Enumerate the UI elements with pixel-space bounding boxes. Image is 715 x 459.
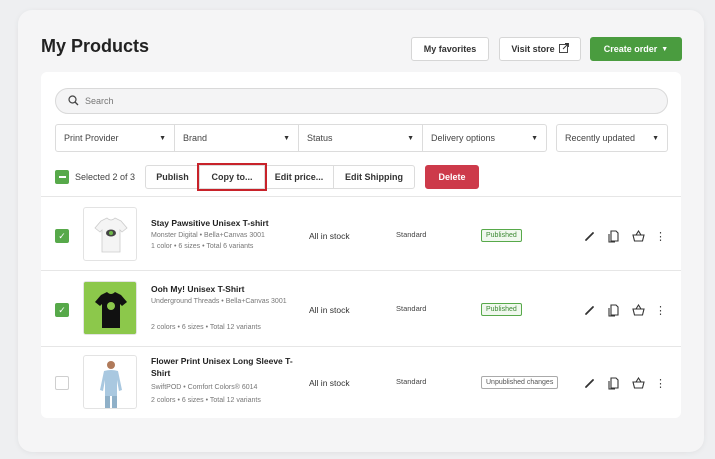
basket-icon[interactable]	[631, 376, 645, 390]
chevron-down-icon: ▼	[652, 134, 659, 142]
more-vertical-icon[interactable]: ⋮	[655, 377, 666, 390]
my-favorites-button[interactable]: My favorites	[411, 37, 489, 61]
product-provider: SwiftPOD • Comfort Colors® 6014	[151, 384, 258, 391]
shipping-type: Standard	[396, 377, 427, 386]
visit-store-label: Visit store	[511, 44, 555, 54]
page-title: My Products	[41, 36, 150, 56]
stock-status: All in stock	[309, 231, 350, 241]
edit-shipping-button[interactable]: Edit Shipping	[333, 165, 416, 189]
sort-select[interactable]: Recently updated ▼	[556, 124, 668, 152]
product-name[interactable]: Flower Print Unisex Long Sleeve T-Shirt	[151, 355, 301, 379]
basket-icon[interactable]	[631, 303, 645, 317]
stock-status: All in stock	[309, 305, 350, 315]
product-thumbnail[interactable]	[83, 281, 137, 335]
bulk-actions-bar: Selected 2 of 3 Publish Copy to... Edit …	[55, 163, 480, 191]
create-order-button[interactable]: Create order ▼	[590, 37, 682, 61]
row-actions: ⋮	[583, 376, 666, 390]
status-badge: Published	[481, 229, 522, 242]
row-actions: ⋮	[583, 229, 666, 243]
chevron-down-icon: ▼	[283, 134, 290, 142]
row-actions: ⋮	[583, 303, 666, 317]
product-variants: 2 colors • 6 sizes • Total 12 variants	[151, 397, 261, 404]
create-order-label: Create order	[603, 44, 658, 54]
chevron-down-icon: ▼	[531, 134, 538, 142]
publish-label: Publish	[156, 172, 189, 182]
row-checkbox[interactable]: ✓	[55, 229, 69, 243]
check-icon: ✓	[58, 230, 66, 241]
table-row[interactable]: ✓ Ooh My! Unisex T-Shirt Underground Thr…	[41, 270, 681, 346]
basket-icon[interactable]	[631, 229, 645, 243]
filter-delivery-options[interactable]: Delivery options ▼	[422, 124, 547, 152]
edit-price-label: Edit price...	[274, 172, 324, 182]
edit-price-button[interactable]: Edit price...	[264, 165, 335, 189]
more-vertical-icon[interactable]: ⋮	[655, 230, 666, 243]
delete-label: Delete	[438, 172, 466, 182]
minus-icon	[58, 176, 66, 178]
filter-label: Brand	[183, 133, 208, 143]
chevron-down-icon: ▼	[407, 134, 414, 142]
edit-shipping-label: Edit Shipping	[345, 172, 404, 182]
sort-label: Recently updated	[565, 133, 636, 143]
copy-to-label: Copy to...	[211, 172, 253, 182]
publish-button[interactable]: Publish	[145, 165, 201, 189]
more-vertical-icon[interactable]: ⋮	[655, 304, 666, 317]
copy-icon[interactable]	[607, 229, 621, 243]
product-thumbnail[interactable]	[83, 207, 137, 261]
product-variants: 1 color • 6 sizes • Total 6 variants	[151, 243, 254, 250]
pencil-icon[interactable]	[583, 376, 597, 390]
product-provider: Monster Digital • Bella+Canvas 3001	[151, 232, 265, 239]
row-checkbox[interactable]: ✓	[55, 303, 69, 317]
table-row[interactable]: ✓ Stay Pawsitive Unisex T-shirt Monster …	[41, 196, 681, 270]
search-icon	[68, 94, 79, 108]
chevron-down-icon: ▼	[159, 134, 166, 142]
copy-icon[interactable]	[607, 376, 621, 390]
status-badge: Published	[481, 303, 522, 316]
check-icon: ✓	[58, 304, 66, 315]
external-link-icon	[558, 43, 569, 55]
filter-label: Status	[307, 133, 333, 143]
shipping-type: Standard	[396, 304, 427, 313]
pencil-icon[interactable]	[583, 303, 597, 317]
visit-store-button[interactable]: Visit store	[499, 37, 581, 61]
longsleeve-image	[100, 361, 122, 408]
product-variants: 2 colors • 6 sizes • Total 12 variants	[151, 324, 261, 331]
search-placeholder: Search	[85, 96, 114, 106]
search-input[interactable]: Search	[55, 88, 668, 114]
selected-count: Selected 2 of 3	[75, 172, 136, 182]
row-checkbox[interactable]	[55, 376, 69, 390]
delete-button[interactable]: Delete	[425, 165, 480, 189]
product-thumbnail[interactable]	[83, 355, 137, 409]
filter-label: Delivery options	[431, 133, 496, 143]
product-name[interactable]: Stay Pawsitive Unisex T-shirt	[151, 217, 301, 229]
tshirt-image	[84, 282, 136, 334]
my-favorites-label: My favorites	[423, 44, 477, 54]
status-badge: Unpublished changes	[481, 376, 559, 389]
filter-label: Print Provider	[64, 133, 119, 143]
copy-to-button[interactable]: Copy to...	[197, 163, 268, 191]
copy-icon[interactable]	[607, 303, 621, 317]
chevron-down-icon: ▼	[661, 45, 669, 53]
filter-brand[interactable]: Brand ▼	[174, 124, 299, 152]
table-row[interactable]: Flower Print Unisex Long Sleeve T-Shirt …	[41, 346, 681, 418]
select-all-checkbox[interactable]	[55, 170, 69, 184]
filter-status[interactable]: Status ▼	[298, 124, 423, 152]
pencil-icon[interactable]	[583, 229, 597, 243]
tshirt-image	[94, 217, 128, 253]
filter-print-provider[interactable]: Print Provider ▼	[55, 124, 175, 152]
stock-status: All in stock	[309, 378, 350, 388]
product-provider: Underground Threads • Bella+Canvas 3001	[151, 298, 287, 305]
shipping-type: Standard	[396, 230, 427, 239]
product-name[interactable]: Ooh My! Unisex T-Shirt	[151, 283, 301, 295]
